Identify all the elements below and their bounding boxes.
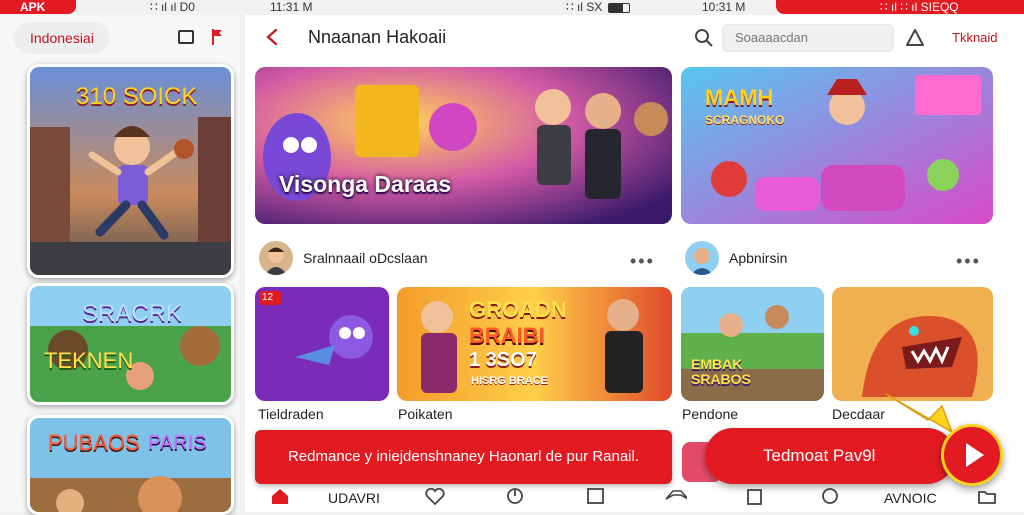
chat-icon[interactable] bbox=[820, 487, 844, 507]
home-icon[interactable] bbox=[270, 487, 294, 507]
thumb-card-2-subtitle: BRAIBI bbox=[469, 323, 545, 348]
left-card-2[interactable]: SRACRK TEKNEN bbox=[27, 283, 234, 405]
channel-row-2[interactable]: Apbnirsin bbox=[685, 241, 787, 275]
thumb-card-2-number: 1 3SO7 bbox=[469, 349, 537, 371]
search-input[interactable]: Soaaaacdan bbox=[722, 24, 894, 52]
featured-card-1-title: Visonga Daraas bbox=[279, 171, 452, 197]
featured-card-2-subtitle: SCRAGNOKO bbox=[705, 113, 785, 127]
left-card-3[interactable]: PUBAOS PARIS bbox=[27, 415, 234, 515]
back-arrow-icon[interactable] bbox=[264, 28, 280, 46]
play-button[interactable] bbox=[941, 424, 1003, 486]
status-icons-left: ∷ ıl ıl D0 bbox=[150, 0, 195, 15]
play-icon bbox=[966, 443, 984, 467]
battery-icon bbox=[608, 2, 631, 13]
apk-badge: APK bbox=[0, 0, 76, 14]
pay-button[interactable]: Tedmoat Pav9l bbox=[705, 428, 955, 484]
folder-icon[interactable] bbox=[977, 487, 1001, 507]
square-icon[interactable] bbox=[586, 487, 610, 507]
channel-row-1[interactable]: Sralnnaail oDcslaan bbox=[259, 241, 428, 275]
thumb-card-2[interactable]: GROADN BRAIBI 1 3SO7 HISRG BRACE bbox=[397, 287, 672, 401]
featured-card-1[interactable]: Visonga Daraas bbox=[255, 67, 672, 224]
more-options-icon[interactable]: ••• bbox=[956, 252, 981, 270]
channel-name: Apbnirsin bbox=[729, 250, 788, 266]
bookmark-icon[interactable] bbox=[505, 487, 529, 507]
language-selector[interactable]: Indonesiai bbox=[14, 22, 110, 54]
status-mid-icons: ∷ ıl SX bbox=[566, 0, 603, 14]
nav-label-home[interactable]: UDAVRI bbox=[328, 490, 380, 506]
left-card-1-title: 310 SOICK bbox=[76, 83, 198, 110]
status-left-text: ∷ ıl ıl D0 bbox=[150, 0, 195, 14]
status-time-right: 10:31 M bbox=[702, 0, 745, 15]
controller-icon[interactable] bbox=[663, 487, 687, 507]
thumb-card-3[interactable]: EMBAK SRABOS bbox=[681, 287, 824, 401]
bell-icon[interactable] bbox=[905, 28, 925, 48]
status-mid-time: 11:31 M bbox=[270, 0, 313, 14]
featured-card-2[interactable]: MAMH SCRAGNOKO bbox=[681, 67, 993, 224]
nav-label-right[interactable]: AVNOIC bbox=[884, 490, 937, 506]
thumb-card-1[interactable]: 12 bbox=[255, 287, 389, 401]
featured-card-2-title: MAMH bbox=[705, 85, 774, 110]
thumb-label-1: Tieldraden bbox=[258, 406, 324, 422]
avatar[interactable] bbox=[259, 241, 293, 275]
heart-icon[interactable] bbox=[425, 487, 449, 507]
page-title: Nnaanan Hakoaii bbox=[308, 27, 447, 47]
left-card-2-title: SRACRK bbox=[82, 300, 183, 327]
window-icon[interactable] bbox=[178, 30, 194, 44]
status-right-time: 10:31 M bbox=[702, 0, 746, 14]
status-icons-right: ∷ ıl ∷ ıl SIEQQ bbox=[880, 0, 959, 15]
status-icons-mid: ∷ ıl SX bbox=[566, 0, 631, 15]
badge: 12 bbox=[262, 292, 274, 303]
thumb-card-2-tagline: HISRG BRACE bbox=[471, 375, 549, 387]
thumb-label-3: Pendone bbox=[682, 406, 739, 422]
header-link[interactable]: Tkknaid bbox=[952, 30, 998, 45]
avatar[interactable] bbox=[685, 241, 719, 275]
thumb-label-4: Decdaar bbox=[832, 406, 885, 422]
left-card-3-title: PUBAOS bbox=[48, 430, 140, 455]
featured-card-1-art bbox=[255, 67, 672, 224]
search-icon[interactable] bbox=[694, 28, 714, 48]
thumb-label-2: Poikaten bbox=[398, 406, 453, 422]
status-time-mid: 11:31 M bbox=[270, 0, 312, 15]
more-options-icon[interactable]: ••• bbox=[630, 252, 655, 270]
left-card-3-subtitle: PARIS bbox=[148, 432, 207, 454]
left-card-2-subtitle: TEKNEN bbox=[44, 348, 134, 373]
thumb-card-1-art bbox=[255, 287, 389, 401]
building-icon[interactable] bbox=[745, 487, 769, 507]
status-right-icons: ∷ ıl ∷ ıl SIEQQ bbox=[880, 0, 959, 14]
flag-icon[interactable] bbox=[210, 28, 224, 46]
promo-banner[interactable]: Redmance y iniejdenshnaney Haonarl de pu… bbox=[255, 430, 672, 484]
left-card-1[interactable]: 310 SOICK bbox=[27, 64, 234, 278]
channel-name: Sralnnaail oDcslaan bbox=[303, 250, 428, 266]
thumb-card-3-title: EMBAK SRABOS bbox=[691, 356, 751, 387]
thumb-card-2-title: GROADN bbox=[469, 297, 567, 322]
